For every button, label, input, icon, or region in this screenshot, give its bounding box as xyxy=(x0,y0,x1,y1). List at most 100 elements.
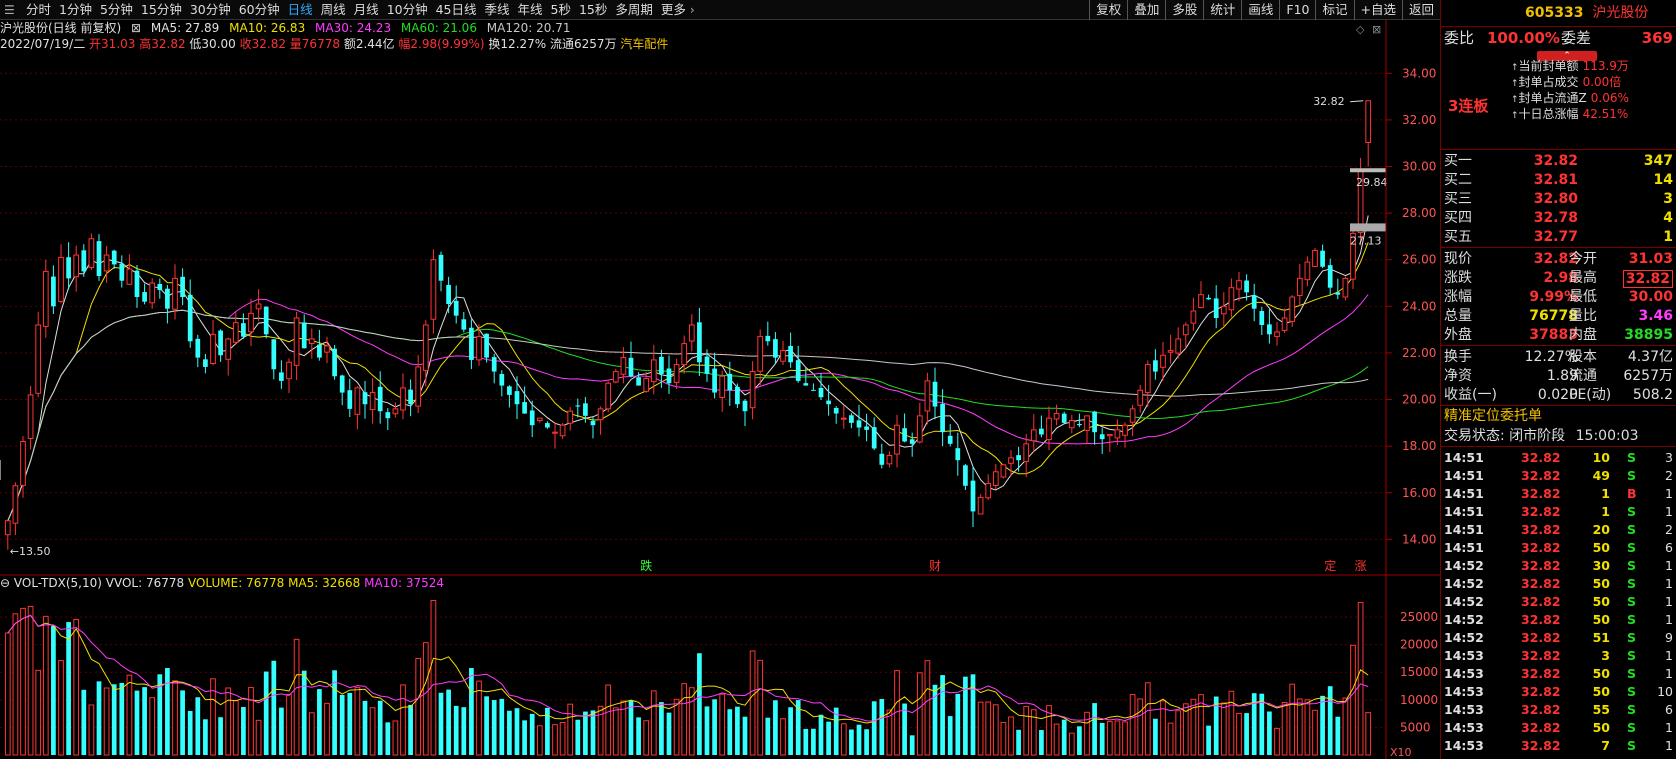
bid-book: 买一 32.82 347 买二 32.81 14 买三 32.80 3 买四 32.78 4 买五 32.… xyxy=(1441,150,1676,247)
candle-body xyxy=(955,448,961,461)
tick-time: 14:53 xyxy=(1444,738,1484,753)
event-marker[interactable]: 跌 xyxy=(640,558,652,573)
candle-body xyxy=(985,482,992,499)
stat-label: 换手 xyxy=(1444,349,1472,365)
tick-price: 32.82 xyxy=(1521,576,1561,591)
stat-label: 总量 xyxy=(1444,308,1472,324)
candle-body xyxy=(225,338,232,360)
candle-body xyxy=(1220,305,1227,315)
volume-bar xyxy=(1153,718,1158,755)
candle-body xyxy=(1000,464,1007,478)
tick-row: 14:53 32.82 50 S 10 xyxy=(1441,683,1676,701)
candle-body xyxy=(735,386,740,405)
volume-bar xyxy=(1122,721,1128,756)
volume-bar xyxy=(369,707,376,756)
candle-body xyxy=(612,371,619,383)
seal-label: 封单占成交 xyxy=(1518,75,1579,89)
candle-body xyxy=(88,238,95,268)
volume-bar xyxy=(165,668,170,755)
price-tick-label: 20.00 xyxy=(1402,393,1436,407)
ma30-line xyxy=(7,294,1369,521)
candle-body xyxy=(811,389,816,391)
bid-row[interactable]: 买二 32.81 14 xyxy=(1441,171,1676,190)
kline-chart[interactable]: 34.00 32.00 30.00 28.00 26.00 24.00 22.00 20.00… xyxy=(0,0,1440,759)
candle-body xyxy=(849,415,854,423)
volume-bar xyxy=(1053,723,1060,756)
tick-price: 32.82 xyxy=(1521,666,1561,681)
candle-body xyxy=(332,348,337,377)
volume-bar xyxy=(293,638,300,756)
ma10-line xyxy=(7,242,1369,521)
volume-bar xyxy=(681,683,688,756)
volume-bar xyxy=(1289,683,1296,756)
volume-bar xyxy=(628,700,634,755)
tick-row: 14:52 32.82 50 S 1 xyxy=(1441,593,1676,611)
volume-bar xyxy=(111,684,117,755)
tick-side: S xyxy=(1627,594,1637,609)
tick-time: 14:51 xyxy=(1444,522,1484,537)
volume-bar xyxy=(172,680,178,756)
tick-row: 14:52 32.82 51 S 9 xyxy=(1441,629,1676,647)
candle-body xyxy=(879,453,885,465)
candle-body xyxy=(218,330,223,356)
stat-row: 换手 12.27% 股本 4.37亿 xyxy=(1441,348,1676,367)
volume-bar xyxy=(1320,695,1325,755)
event-marker[interactable]: 财 xyxy=(929,559,941,573)
stat-label: 内盘 xyxy=(1569,327,1597,343)
tick-row: 14:52 32.82 50 S 1 xyxy=(1441,611,1676,629)
tick-count: 9 xyxy=(1665,630,1673,645)
high-arrow xyxy=(1350,100,1364,103)
bid-row[interactable]: 买五 32.77 1 xyxy=(1441,228,1676,247)
candle-body xyxy=(400,387,406,411)
candle-body xyxy=(1099,434,1105,440)
tick-volume: 3 xyxy=(1601,648,1610,663)
candle-body xyxy=(1335,292,1341,295)
volume-bar xyxy=(218,717,223,755)
bid-volume: 3 xyxy=(1663,191,1673,207)
bid-price: 32.82 xyxy=(1533,153,1578,169)
candle-body xyxy=(712,368,717,393)
volume-bar xyxy=(1129,694,1136,756)
price-stats: 现价 32.82 今开 31.03 涨跌 2.98 最高 32.82 涨幅 9.99% 最低 30.0… xyxy=(1441,248,1676,345)
volume-bar xyxy=(916,672,923,756)
tick-list[interactable]: 14:51 32.82 10 S 3 14:51 32.82 49 S 2 14:51 32.82 1 B… xyxy=(1441,447,1676,759)
ma5-line xyxy=(7,215,1369,521)
volume-bar xyxy=(453,705,459,755)
candle-body xyxy=(552,431,558,434)
candle-body xyxy=(567,410,574,424)
event-marker[interactable]: 涨 xyxy=(1355,558,1367,573)
stat-label: 涨幅 xyxy=(1444,289,1472,305)
tick-count: 6 xyxy=(1665,702,1673,717)
stock-code: 605333 xyxy=(1525,5,1584,21)
bid-row[interactable]: 买四 32.78 4 xyxy=(1441,209,1676,228)
event-marker[interactable]: 定 xyxy=(1324,558,1336,573)
volume-bar xyxy=(1077,726,1082,755)
volume-bar xyxy=(81,689,87,755)
candle-body xyxy=(757,336,764,372)
volume-bar xyxy=(757,659,764,756)
bid-row[interactable]: 买一 32.82 347 xyxy=(1441,152,1676,171)
chart-pin-icon[interactable]: ◇ xyxy=(1356,23,1365,36)
volume-bar xyxy=(1175,710,1182,756)
tick-side: S xyxy=(1627,468,1637,483)
volume-bar xyxy=(1267,711,1272,755)
volume-bar xyxy=(149,697,156,756)
volume-bar xyxy=(1167,722,1174,756)
candle-body xyxy=(940,403,945,433)
order-title[interactable]: 精准定位委托单 xyxy=(1441,406,1676,426)
price-grid xyxy=(0,72,1386,540)
quote-panel: 605333 沪光股份 委比 100.00% 委差 369 ⌃ 3连板 ↑当前封… xyxy=(1440,0,1676,759)
stock-name[interactable]: 沪光股份 xyxy=(1592,5,1648,21)
candle-body xyxy=(187,294,193,342)
tick-count: 1 xyxy=(1665,738,1673,753)
volume-bar xyxy=(788,707,793,755)
candle-body xyxy=(559,424,566,437)
limit-up-seal-box: ⌃ 3连板 ↑当前封单额 113.9万 ↑封单占成交 0.00倍 ↑封单占流通Z 0.06… xyxy=(1441,49,1676,149)
bid-row[interactable]: 买三 32.80 3 xyxy=(1441,190,1676,209)
volume-bar xyxy=(552,724,558,756)
tick-side: S xyxy=(1627,684,1637,699)
chart-close-icon[interactable]: ⊠ xyxy=(1372,23,1381,36)
stat-row: 净资 1.89 流通 6257万 xyxy=(1441,367,1676,386)
volume-bar xyxy=(840,723,847,756)
candle-body xyxy=(650,359,657,383)
